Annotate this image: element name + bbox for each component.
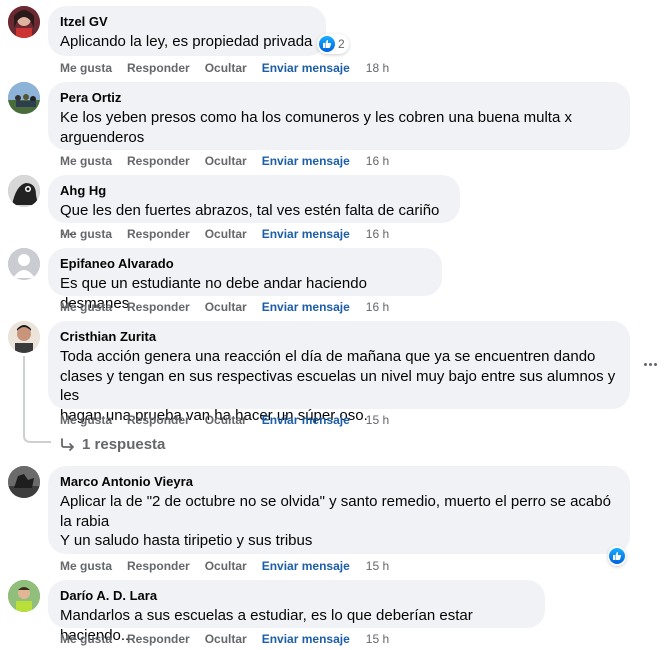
thread-line <box>23 356 25 436</box>
comment-text: Aplicando la ley, es propiedad privada <box>60 33 313 50</box>
like-icon <box>319 36 335 52</box>
comment-time[interactable]: 15 h <box>366 558 389 574</box>
comment-bubble: Darío A. D. Lara Mandarlos a sus escuela… <box>48 580 545 644</box>
send-message-button[interactable]: Enviar mensaje <box>262 631 350 647</box>
like-button[interactable]: Me gusta <box>60 412 112 428</box>
hide-button[interactable]: Ocultar <box>205 60 247 76</box>
comment-bubble: Pera Ortiz Ke los yeben presos como ha l… <box>48 82 630 150</box>
comment-time[interactable]: 15 h <box>366 631 389 647</box>
hide-button[interactable]: Ocultar <box>205 299 247 315</box>
comment-time[interactable]: 16 h <box>366 153 389 169</box>
view-replies-link[interactable]: 1 respuesta <box>60 436 165 453</box>
thread-connector <box>23 430 51 443</box>
comment-actions: Me gusta Responder Ocultar Enviar mensaje 15… <box>60 412 404 428</box>
comment-author[interactable]: Darío A. D. Lara <box>60 588 533 604</box>
comment-author[interactable]: Itzel GV <box>60 14 314 30</box>
comment-time[interactable]: 16 h <box>366 226 389 242</box>
comment-actions: Me gusta Responder Ocultar Enviar mensaje 16… <box>60 226 404 242</box>
hide-button[interactable]: Ocultar <box>205 153 247 169</box>
comment-actions: Me gusta Responder Ocultar Enviar mensaje 18… <box>60 60 404 76</box>
comment-actions: Me gusta Responder Ocultar Enviar mensaje 16… <box>60 153 404 169</box>
like-button[interactable]: Me gusta <box>60 631 112 647</box>
comment-time[interactable]: 18 h <box>366 60 389 76</box>
reply-button[interactable]: Responder <box>127 412 190 428</box>
like-icon <box>609 548 625 564</box>
comment-actions: Me gusta Responder Ocultar Enviar mensaje 15… <box>60 558 404 574</box>
reply-button[interactable]: Responder <box>127 60 190 76</box>
reply-button[interactable]: Responder <box>127 558 190 574</box>
comment-bubble: Ahg Hg Que les den fuertes abrazos, tal … <box>48 175 460 239</box>
more-dots-icon <box>643 362 647 366</box>
avatar[interactable] <box>8 466 40 498</box>
send-message-button[interactable]: Enviar mensaje <box>262 153 350 169</box>
comment-author[interactable]: Marco Antonio Vieyra <box>60 474 618 490</box>
send-message-button[interactable]: Enviar mensaje <box>262 412 350 428</box>
avatar[interactable] <box>8 580 40 612</box>
send-message-button[interactable]: Enviar mensaje <box>262 226 350 242</box>
comment-actions: Me gusta Responder Ocultar Enviar mensaje 16… <box>60 299 404 315</box>
comment-time[interactable]: 15 h <box>366 412 389 428</box>
comment-author[interactable]: Cristhian Zurita <box>60 329 618 345</box>
comment-bubble: Itzel GV Aplicando la ley, es propiedad … <box>48 6 326 56</box>
reply-button[interactable]: Responder <box>127 631 190 647</box>
like-button[interactable]: Me gusta <box>60 153 112 169</box>
comment-time[interactable]: 16 h <box>366 299 389 315</box>
replies-count: 1 respuesta <box>82 436 166 453</box>
comment-bubble: Epifaneo Alvarado Es que un estudiante n… <box>48 248 442 312</box>
send-message-button[interactable]: Enviar mensaje <box>262 558 350 574</box>
hide-button[interactable]: Ocultar <box>205 558 247 574</box>
like-button[interactable]: Me gusta <box>60 226 112 242</box>
hide-button[interactable]: Ocultar <box>205 226 247 242</box>
comment-bubble: Cristhian Zurita Toda acción genera una … <box>48 321 630 424</box>
comment-text: Aplicar la de "2 de octubre no se olvida… <box>60 493 611 549</box>
avatar[interactable] <box>8 82 40 114</box>
like-button[interactable]: Me gusta <box>60 558 112 574</box>
comment-author[interactable]: Pera Ortiz <box>60 90 618 106</box>
avatar[interactable] <box>8 248 40 280</box>
hide-button[interactable]: Ocultar <box>205 412 247 428</box>
like-button[interactable]: Me gusta <box>60 60 112 76</box>
comment-author[interactable]: Ahg Hg <box>60 183 448 199</box>
comment-author[interactable]: Epifaneo Alvarado <box>60 256 430 272</box>
hide-button[interactable]: Ocultar <box>205 631 247 647</box>
reply-button[interactable]: Responder <box>127 299 190 315</box>
avatar[interactable] <box>8 175 40 207</box>
reaction-count-text: 2 <box>338 37 345 51</box>
comment-text: Ke los yeben presos como ha los comunero… <box>60 109 572 146</box>
avatar[interactable] <box>8 6 40 38</box>
comment-actions: Me gusta Responder Ocultar Enviar mensaje 15… <box>60 631 404 647</box>
reply-button[interactable]: Responder <box>127 226 190 242</box>
comment-bubble: Marco Antonio Vieyra Aplicar la de "2 de… <box>48 466 630 554</box>
avatar[interactable] <box>8 321 40 353</box>
more-options-button[interactable] <box>640 356 660 372</box>
like-button[interactable]: Me gusta <box>60 299 112 315</box>
reply-arrow-icon <box>61 437 74 451</box>
reaction-count[interactable]: 2 <box>317 34 349 54</box>
reaction-count[interactable] <box>608 546 626 566</box>
reply-button[interactable]: Responder <box>127 153 190 169</box>
send-message-button[interactable]: Enviar mensaje <box>262 299 350 315</box>
send-message-button[interactable]: Enviar mensaje <box>262 60 350 76</box>
